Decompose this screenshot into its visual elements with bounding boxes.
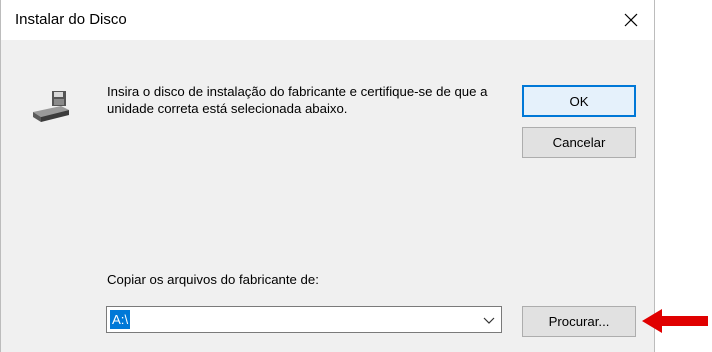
source-path-value[interactable]: A:\ [110, 310, 131, 329]
chevron-down-icon[interactable] [483, 314, 495, 326]
install-from-disk-dialog: Instalar do Disco Insira o disco de inst… [0, 0, 655, 352]
ok-button[interactable]: OK [522, 85, 636, 117]
title-bar: Instalar do Disco [1, 0, 654, 40]
instruction-text: Insira o disco de instalação do fabrican… [107, 84, 488, 116]
close-button[interactable] [608, 0, 654, 40]
close-icon [624, 13, 638, 27]
copy-from-label: Copiar os arquivos do fabricante de: [107, 272, 319, 287]
disk-drive-icon [33, 91, 69, 122]
browse-button[interactable]: Procurar... [522, 306, 636, 337]
source-path-combobox[interactable]: A:\ [106, 306, 502, 333]
cancel-button[interactable]: Cancelar [522, 127, 636, 158]
window-title: Instalar do Disco [15, 11, 127, 28]
red-arrow-icon [642, 309, 708, 333]
